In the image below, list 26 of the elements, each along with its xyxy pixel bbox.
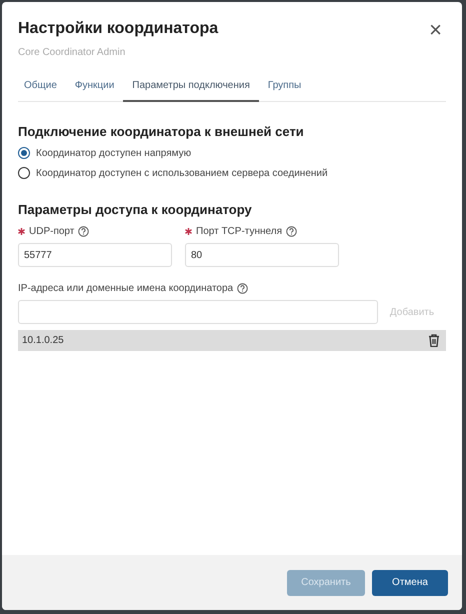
field-label: IP-адреса или доменные имена координатора: [18, 283, 234, 294]
tab[interactable]: Общие: [18, 72, 66, 102]
radio-label: Координатор доступен напрямую: [36, 148, 192, 158]
input-field[interactable]: [18, 300, 378, 324]
input-field[interactable]: 80: [185, 243, 339, 267]
field-label: Порт TCP-туннеля: [196, 226, 282, 237]
tab[interactable]: Функции: [66, 72, 124, 102]
help-icon[interactable]: [237, 283, 248, 294]
dialog-subtitle: Core Coordinator Admin: [18, 47, 126, 58]
address-text: 10.1.0.25: [22, 335, 64, 346]
help-icon[interactable]: [286, 226, 297, 237]
dialog-title: Настройки координатора: [18, 20, 218, 38]
trash-icon[interactable]: [428, 334, 440, 347]
section-heading: Параметры доступа к координатору: [18, 202, 253, 217]
tab[interactable]: Группы: [258, 72, 310, 102]
cancel-button[interactable]: Отмена: [372, 570, 448, 596]
field-label: UDP-порт: [29, 226, 74, 237]
radio-label: Координатор доступен с использованием сервера соединений: [36, 168, 328, 178]
tab[interactable]: Параметры подключения: [123, 72, 259, 102]
help-icon[interactable]: [78, 226, 90, 237]
input-field[interactable]: 55777: [18, 243, 172, 267]
radio-button[interactable]: [18, 147, 30, 159]
radio-button[interactable]: [18, 167, 30, 179]
section-heading: Подключение координатора к внешней сети: [18, 124, 305, 139]
close-button[interactable]: ×: [425, 20, 446, 40]
list-item[interactable]: 10.1.0.25: [18, 330, 446, 351]
